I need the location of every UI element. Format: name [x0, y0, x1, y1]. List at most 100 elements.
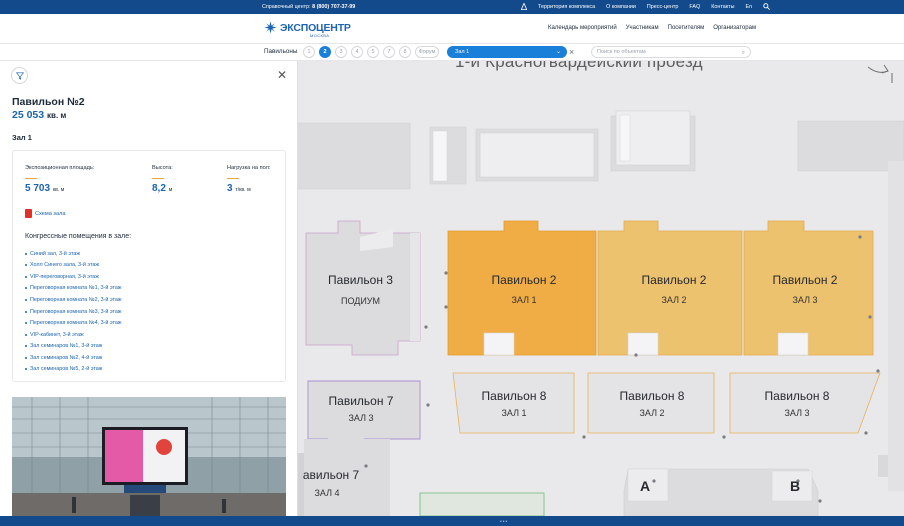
hall-sublabel: ЗАЛ 3	[792, 295, 818, 305]
hall-label[interactable]: Павильон 2	[616, 273, 732, 287]
filter-icon	[15, 71, 24, 80]
hall-label[interactable]: авильон 7	[298, 468, 364, 482]
congress-room-item[interactable]: Переговорная комната №2, 3-й этаж	[25, 294, 122, 306]
congress-room-label: Зал семинаров №1, 3-й этаж	[30, 343, 103, 350]
hall-label[interactable]: Павильон 3	[318, 273, 403, 287]
close-panel-icon[interactable]: ✕	[277, 69, 287, 81]
pavilion-pill-1[interactable]: 1	[303, 46, 315, 58]
nav-participants[interactable]: Участникам	[626, 25, 659, 31]
search-icon[interactable]	[763, 3, 771, 10]
congress-room-item[interactable]: Зал семинаров №5, 2-й этаж	[25, 363, 122, 375]
hall-sublabel: ЗАЛ 3	[784, 408, 810, 418]
hall-label-selected[interactable]: Павильон 2	[466, 273, 582, 287]
stat-label: Экспозиционная площадь:	[25, 165, 95, 171]
top-link-contacts[interactable]: Контакты	[711, 4, 734, 10]
stat-unit: т/кв. м	[235, 187, 251, 193]
stat-unit: м	[168, 187, 173, 193]
object-search-input[interactable]: Поиск по объектам ⌕	[591, 46, 751, 58]
hall-sublabel: ЗАЛ 2	[661, 295, 687, 305]
pavilion-pill-forum[interactable]: Форум	[415, 46, 439, 58]
bottom-bar: •••	[0, 516, 904, 526]
logo-subtitle: МОСКВА	[310, 33, 330, 38]
pavilion-area-unit: кв. м	[47, 111, 67, 120]
chevron-down-icon: ⌄	[555, 49, 561, 55]
congress-room-label: Зал семинаров №5, 2-й этаж	[30, 366, 103, 373]
hall-label[interactable]: Павильон 7	[316, 394, 406, 408]
pavilion-area: 25 053 кв. м	[12, 109, 66, 121]
congress-room-item[interactable]: VIP-переговорная, 3-й этаж	[25, 271, 122, 283]
nav-organizers[interactable]: Организаторам	[713, 25, 756, 31]
language-switch[interactable]: En	[746, 4, 753, 10]
search-icon: ⌕	[741, 50, 745, 56]
hall-label[interactable]: Павильон 8	[748, 389, 846, 403]
top-link-territory[interactable]: Территория комплекса	[538, 4, 595, 10]
clear-selection-icon[interactable]: ×	[569, 47, 574, 57]
top-link-about[interactable]: О компании	[606, 4, 636, 10]
hall-name: Зал 1	[12, 133, 32, 142]
hall-dropdown[interactable]: Зал 1 ⌄	[447, 46, 567, 58]
drag-handle-icon[interactable]: •••	[500, 519, 508, 525]
congress-room-item[interactable]: Переговорная комната №1, 3-й этаж	[25, 283, 122, 295]
filter-button[interactable]	[11, 67, 28, 84]
congress-room-item[interactable]: Переговорная комната №4, 3-й этаж	[25, 317, 122, 329]
expocentre-logo[interactable]: ЭКСПОЦЕНТР МОСКВА	[264, 21, 351, 38]
congress-room-item[interactable]: Холл Синего зала, 3-й этаж	[25, 260, 122, 272]
hall-label[interactable]: Павильон 2	[750, 273, 860, 287]
stat-value: 3	[227, 183, 233, 194]
congress-room-label: Синий зал, 3-й этаж	[30, 250, 80, 257]
pavilion-info-panel: ✕ Павильон №2 25 053 кв. м Зал 1 Экспози…	[0, 61, 298, 526]
congress-room-label: Переговорная комната №2, 3-й этаж	[30, 296, 122, 303]
pavilion-title: Павильон №2	[12, 96, 85, 108]
hall-scheme-link[interactable]: Схема зала	[25, 209, 65, 218]
hall-sublabel: ЗАЛ 3	[348, 413, 374, 423]
logo-text: ЭКСПОЦЕНТР	[280, 21, 351, 34]
pavilion-pill-8[interactable]: 8	[399, 46, 411, 58]
pavilion-pill-2[interactable]: 2	[319, 46, 331, 58]
pavilion-pill-7[interactable]: 7	[383, 46, 395, 58]
logo-mark-icon	[264, 21, 277, 34]
nav-events-calendar[interactable]: Календарь мероприятий	[548, 25, 617, 31]
top-link-press[interactable]: Пресс-центр	[647, 4, 679, 10]
pavilion-pills: 1 2 3 4 5 7 8 Форум	[303, 46, 439, 58]
stat-floor-load: Нагрузка на пол: 3 т/кв. м	[227, 165, 270, 194]
search-placeholder: Поиск по объектам	[597, 49, 646, 55]
pdf-icon	[25, 209, 32, 218]
hall-sublabel: ПОДИУМ	[340, 296, 381, 306]
congress-room-item[interactable]: Переговорная комната №3, 3-й этаж	[25, 306, 122, 318]
venue-map-drawing	[298, 64, 904, 516]
map-pin-icon	[521, 3, 527, 10]
help-center-phone[interactable]: Справочный центр: 8 (800) 707-37-99	[262, 4, 355, 10]
hall-label[interactable]: Павильон 8	[466, 389, 562, 403]
hall-photo-image	[12, 397, 286, 526]
top-links: Территория комплекса О компании Пресс-це…	[521, 3, 771, 10]
congress-room-item[interactable]: VIP-кабинет, 3-й этаж	[25, 329, 122, 341]
stat-label: Высота:	[152, 165, 173, 171]
pavilion-pill-3[interactable]: 3	[335, 46, 347, 58]
congress-room-item[interactable]: Зал семинаров №1, 3-й этаж	[25, 340, 122, 352]
zone-a-label[interactable]: A	[640, 478, 650, 494]
congress-room-item[interactable]: Синий зал, 3-й этаж	[25, 248, 122, 260]
site-header: ЭКСПОЦЕНТР МОСКВА Календарь мероприятий …	[0, 14, 904, 44]
pavilion-pill-5[interactable]: 5	[367, 46, 379, 58]
congress-room-label: Переговорная комната №3, 3-й этаж	[30, 308, 122, 315]
pavilion-selector-bar: Павильоны 1 2 3 4 5 7 8 Форум Зал 1 ⌄ × …	[0, 44, 904, 61]
hall-sublabel: ЗАЛ 1	[501, 408, 527, 418]
top-link-faq[interactable]: FAQ	[689, 4, 700, 10]
stat-exhibition-area: Экспозиционная площадь: 5 703 кв. м	[25, 165, 94, 194]
congress-room-label: Переговорная комната №1, 3-й этаж	[30, 285, 122, 292]
main-nav: Календарь мероприятий Участникам Посетит…	[548, 25, 756, 31]
congress-room-item[interactable]: Зал семинаров №2, 4-й этаж	[25, 352, 122, 364]
hall-label[interactable]: Павильон 8	[604, 389, 700, 403]
congress-room-label: VIP-кабинет, 3-й этаж	[30, 331, 84, 338]
hall-sublabel: ЗАЛ 4	[314, 488, 340, 498]
hall-sublabel: ЗАЛ 1	[511, 295, 537, 305]
congress-room-label: Переговорная комната №4, 3-й этаж	[30, 320, 122, 327]
zone-b-label[interactable]: B	[790, 478, 800, 494]
venue-map[interactable]: 1-й Красногвардейский проезд Павильон 3 …	[298, 61, 904, 516]
phone-label: Справочный центр:	[262, 4, 311, 10]
hall-scheme-label: Схема зала	[35, 210, 66, 217]
pavilion-pill-4[interactable]: 4	[351, 46, 363, 58]
hall-dropdown-value: Зал 1	[455, 49, 470, 55]
nav-visitors[interactable]: Посетителям	[668, 25, 705, 31]
pavilion-area-value: 25 053	[12, 109, 45, 121]
